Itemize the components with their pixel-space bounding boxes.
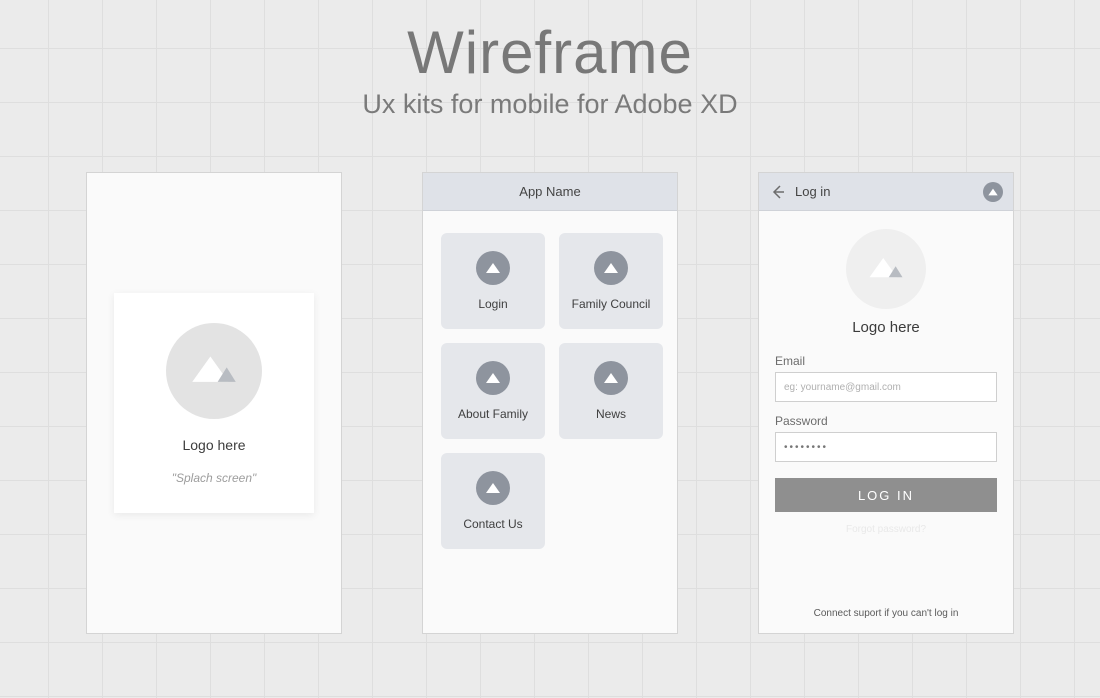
menu-grid: Login Family Council About Family News C… [423,211,677,571]
image-placeholder-icon [594,251,628,285]
logo-placeholder-icon [166,323,262,419]
artboard-stage: Logo here "Splach screen" App Name Login… [0,172,1100,634]
logo-placeholder-icon [846,229,926,309]
image-placeholder-icon [476,361,510,395]
avatar-icon[interactable] [983,182,1003,202]
image-placeholder-icon [476,251,510,285]
image-placeholder-icon [594,361,628,395]
password-group: Password [775,414,997,462]
password-label: Password [775,414,997,428]
tile-news[interactable]: News [559,343,663,439]
appbar-title: App Name [519,184,580,199]
password-field[interactable] [775,432,997,462]
tile-contact-us[interactable]: Contact Us [441,453,545,549]
splash-card: Logo here "Splach screen" [114,293,314,513]
tile-label: About Family [458,407,528,421]
login-logo-label: Logo here [775,319,997,336]
back-icon[interactable] [769,183,787,201]
login-body: Logo here Email Password LOG IN Forgot p… [759,211,1013,535]
page-title: Wireframe [0,18,1100,87]
appbar-title: Log in [795,184,830,199]
tile-label: Login [478,297,507,311]
forgot-password-link[interactable]: Forgot password? [775,524,997,535]
login-button[interactable]: LOG IN [775,478,997,512]
tile-about-family[interactable]: About Family [441,343,545,439]
tile-label: News [596,407,626,421]
appbar: Log in [759,173,1013,211]
splash-logo-label: Logo here [124,437,304,453]
tile-family-council[interactable]: Family Council [559,233,663,329]
email-field[interactable] [775,372,997,402]
splash-caption: "Splach screen" [124,471,304,485]
screen-login: Log in Logo here Email Password LOG IN F… [758,172,1014,634]
appbar: App Name [423,173,677,211]
screen-splash: Logo here "Splach screen" [86,172,342,634]
email-group: Email [775,354,997,402]
page-subtitle: Ux kits for mobile for Adobe XD [0,89,1100,120]
tile-label: Family Council [572,297,651,311]
tile-login[interactable]: Login [441,233,545,329]
page-header: Wireframe Ux kits for mobile for Adobe X… [0,0,1100,120]
tile-label: Contact Us [463,517,522,531]
image-placeholder-icon [476,471,510,505]
email-label: Email [775,354,997,368]
screen-menu: App Name Login Family Council About Fami… [422,172,678,634]
support-text: Connect suport if you can't log in [759,608,1013,619]
splash-wrap: Logo here "Splach screen" [87,173,341,633]
